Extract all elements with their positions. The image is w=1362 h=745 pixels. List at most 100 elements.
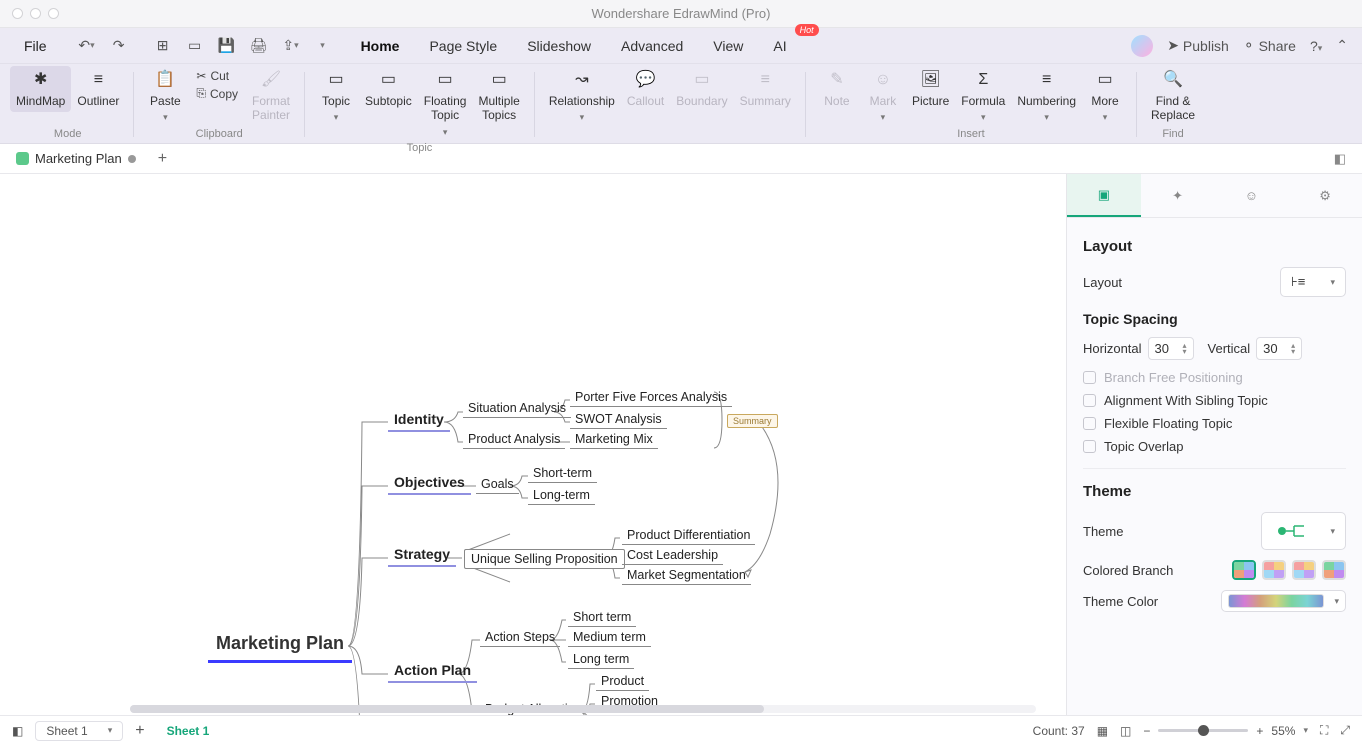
picture-button[interactable]: 🖼Picture: [906, 66, 955, 112]
topic-action-steps[interactable]: Action Steps: [480, 630, 560, 647]
vertical-spacing-input[interactable]: 30▴▾: [1256, 337, 1302, 360]
panel-tab-mark[interactable]: ☺: [1215, 174, 1289, 217]
swatch-1[interactable]: [1232, 560, 1256, 580]
alignment-sibling-checkbox[interactable]: Alignment With Sibling Topic: [1083, 393, 1346, 408]
topic-situation-analysis[interactable]: Situation Analysis: [463, 401, 571, 418]
cut-button[interactable]: ✂Cut: [192, 68, 242, 84]
topic-usp[interactable]: Unique Selling Proposition: [464, 549, 625, 569]
zoom-in-button[interactable]: +: [1256, 724, 1263, 738]
topic-product-analysis[interactable]: Product Analysis: [463, 432, 565, 449]
close-window[interactable]: [12, 8, 23, 19]
subtopic-button[interactable]: ▭Subtopic: [359, 66, 418, 112]
topic-long-term[interactable]: Long-term: [528, 488, 595, 505]
add-sheet-button[interactable]: +: [135, 722, 144, 740]
summary-button[interactable]: ≡Summary: [734, 66, 797, 112]
flexible-floating-checkbox[interactable]: Flexible Floating Topic: [1083, 416, 1346, 431]
topic-short-term[interactable]: Short-term: [528, 466, 597, 483]
collapse-ribbon-button[interactable]: ⌃: [1336, 37, 1348, 54]
topic-identity[interactable]: Identity: [388, 411, 450, 432]
fit-screen-button[interactable]: ⛶: [1320, 723, 1328, 738]
formula-button[interactable]: ΣFormula▾: [955, 66, 1011, 127]
more-insert-button[interactable]: ▭More▾: [1082, 66, 1128, 127]
mindmap-mode-button[interactable]: ✱MindMap: [10, 66, 71, 112]
panel-tab-layout[interactable]: ▣: [1067, 174, 1141, 217]
layout-select[interactable]: ⊦≡▾: [1280, 267, 1346, 297]
topic-market-seg[interactable]: Market Segmentation: [622, 568, 751, 585]
minimize-window[interactable]: [30, 8, 41, 19]
topic-medium[interactable]: Medium term: [568, 630, 651, 647]
format-painter-button[interactable]: 🖌Format Painter: [246, 66, 296, 127]
topic-strategy[interactable]: Strategy: [388, 546, 456, 567]
callout-button[interactable]: 💬Callout: [621, 66, 670, 112]
canvas[interactable]: Marketing Plan Identity Situation Analys…: [0, 174, 1066, 715]
relationship-button[interactable]: ↝Relationship▾: [543, 66, 621, 127]
topic-product-diff[interactable]: Product Differentiation: [622, 528, 755, 545]
topic-product[interactable]: Product: [596, 674, 649, 691]
summary-node[interactable]: Summary: [727, 414, 778, 428]
theme-color-select[interactable]: ▾: [1221, 590, 1346, 612]
topic-marketing-mix[interactable]: Marketing Mix: [570, 432, 658, 449]
tab-advanced[interactable]: Advanced: [607, 32, 697, 60]
topic-short[interactable]: Short term: [568, 610, 636, 627]
redo-button[interactable]: ↷: [105, 34, 133, 58]
topic-action-plan[interactable]: Action Plan: [388, 662, 477, 683]
topic-cost-leadership[interactable]: Cost Leadership: [622, 548, 723, 565]
share-button[interactable]: ⚬Share: [1243, 37, 1296, 54]
panel-tab-settings[interactable]: ⚙: [1288, 174, 1362, 217]
tab-home[interactable]: Home: [347, 32, 414, 60]
fullscreen-button[interactable]: ⤢: [1340, 723, 1350, 738]
save-icon[interactable]: 💾: [213, 34, 241, 58]
topic-overlap-checkbox[interactable]: Topic Overlap: [1083, 439, 1346, 454]
find-replace-button[interactable]: 🔍Find & Replace: [1145, 66, 1201, 127]
topic-porter[interactable]: Porter Five Forces Analysis: [570, 390, 732, 407]
numbering-button[interactable]: ≡Numbering▾: [1011, 66, 1082, 127]
paste-button[interactable]: 📋Paste▾: [142, 66, 188, 127]
undo-button[interactable]: ↶▾: [73, 34, 101, 58]
tab-view[interactable]: View: [699, 32, 757, 60]
swatch-4[interactable]: [1322, 560, 1346, 580]
floating-topic-button[interactable]: ▭Floating Topic▾: [418, 66, 473, 142]
zoom-out-button[interactable]: −: [1143, 724, 1150, 738]
panel-toggle-icon[interactable]: ◧: [1326, 151, 1354, 167]
tab-slideshow[interactable]: Slideshow: [513, 32, 605, 60]
swatch-2[interactable]: [1262, 560, 1286, 580]
tab-page-style[interactable]: Page Style: [415, 32, 511, 60]
topic-objectives[interactable]: Objectives: [388, 474, 471, 495]
theme-select[interactable]: ▾: [1261, 512, 1346, 550]
doc-tab-marketing-plan[interactable]: Marketing Plan: [8, 147, 144, 170]
root-topic[interactable]: Marketing Plan: [208, 633, 352, 663]
mark-button[interactable]: ☺Mark▾: [860, 66, 906, 127]
topic-price[interactable]: Price: [596, 714, 634, 715]
swatch-3[interactable]: [1292, 560, 1316, 580]
tab-ai[interactable]: AIHot: [759, 32, 800, 60]
more-qat-icon[interactable]: ▾: [309, 34, 337, 58]
zoom-slider[interactable]: [1158, 729, 1248, 732]
sheet-selector[interactable]: Sheet 1▾: [35, 721, 123, 741]
open-icon[interactable]: ▭: [181, 34, 209, 58]
copy-button[interactable]: ⎘Copy: [192, 85, 242, 102]
multiple-topics-button[interactable]: ▭Multiple Topics: [472, 66, 525, 127]
topic-swot[interactable]: SWOT Analysis: [570, 412, 667, 429]
boundary-button[interactable]: ▭Boundary: [670, 66, 733, 112]
note-button[interactable]: ✎Note: [814, 66, 860, 112]
help-button[interactable]: ?▾: [1310, 38, 1322, 54]
view-icon-1[interactable]: ▦: [1097, 724, 1108, 738]
outliner-mode-button[interactable]: ≡Outliner: [71, 66, 125, 112]
view-icon-2[interactable]: ◫: [1120, 724, 1131, 738]
file-menu[interactable]: File: [14, 34, 57, 58]
horizontal-scrollbar[interactable]: [130, 705, 1036, 713]
add-tab-button[interactable]: +: [152, 150, 173, 168]
sheet-tab-1[interactable]: Sheet 1: [157, 724, 220, 738]
panel-tab-style[interactable]: ✦: [1141, 174, 1215, 217]
new-doc-icon[interactable]: ⊞: [149, 34, 177, 58]
publish-button[interactable]: ➤Publish: [1167, 37, 1229, 54]
topic-long[interactable]: Long term: [568, 652, 634, 669]
export-icon[interactable]: ⇪▾: [277, 34, 305, 58]
topic-goals[interactable]: Goals: [476, 477, 519, 494]
maximize-window[interactable]: [48, 8, 59, 19]
horizontal-spacing-input[interactable]: 30▴▾: [1148, 337, 1194, 360]
outline-view-icon[interactable]: ◧: [12, 724, 23, 738]
user-avatar[interactable]: [1131, 35, 1153, 57]
topic-button[interactable]: ▭Topic▾: [313, 66, 359, 127]
print-icon[interactable]: 🖨: [245, 34, 273, 58]
